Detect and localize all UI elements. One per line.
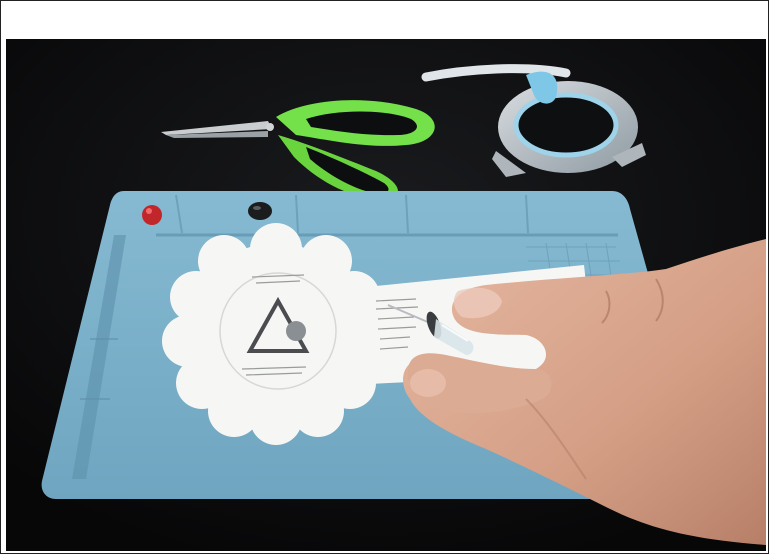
image-frame	[0, 0, 769, 554]
red-screw-icon	[142, 205, 162, 225]
photo	[6, 39, 766, 551]
photo-illustration	[6, 39, 766, 551]
magnet-icon	[248, 202, 272, 220]
